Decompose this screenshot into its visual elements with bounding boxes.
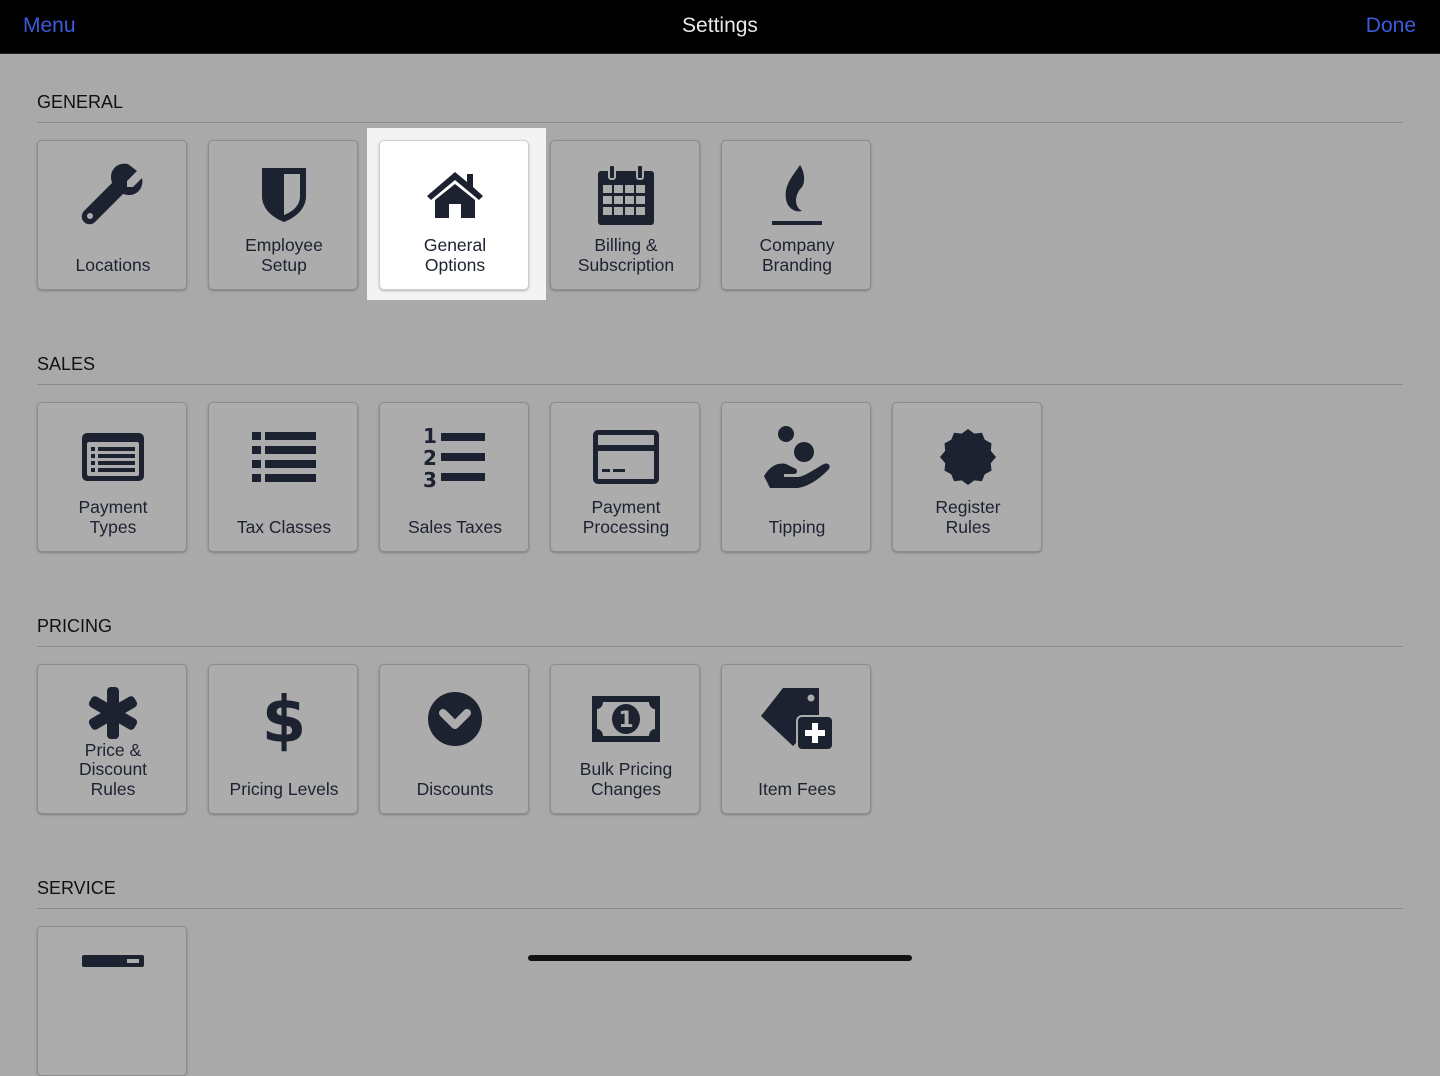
home-indicator[interactable] [528, 955, 912, 961]
section-header-sales: SALES [37, 354, 1403, 385]
tile-company-branding[interactable]: Company Branding [721, 140, 871, 290]
list-card-icon [38, 419, 188, 495]
tile-pricing-levels[interactable]: $ Pricing Levels [208, 664, 358, 814]
tile-general-options[interactable]: General Options [379, 140, 529, 290]
section-header-general: GENERAL [37, 92, 1403, 123]
page-title: Settings [682, 14, 758, 37]
svg-text:$: $ [264, 686, 304, 752]
home-icon [380, 157, 530, 233]
tile-tax-classes[interactable]: Tax Classes [208, 402, 358, 552]
chevron-circle-icon [380, 681, 530, 757]
bar-icon [38, 941, 188, 981]
section-header-pricing: PRICING [37, 616, 1403, 647]
tile-label: General Options [423, 235, 487, 275]
tile-label: Employee Setup [245, 235, 323, 275]
tile-label: Register Rules [935, 497, 1001, 537]
tile-label: Billing & Subscription [577, 235, 675, 275]
tile-billing-subscription[interactable]: Billing & Subscription [550, 140, 700, 290]
hand-coins-icon [722, 419, 872, 495]
list-icon [209, 419, 359, 495]
done-button[interactable]: Done [1366, 14, 1416, 38]
dollar-icon: $ [209, 681, 359, 757]
tile-employee-setup[interactable]: Employee Setup [208, 140, 358, 290]
tile-label: Payment Processing [582, 497, 670, 537]
tile-label: Company Branding [759, 235, 835, 275]
tag-plus-icon [722, 681, 872, 757]
tile-service-first[interactable] [37, 926, 187, 1076]
svg-text:1: 1 [423, 425, 437, 448]
tile-tipping[interactable]: Tipping [721, 402, 871, 552]
tile-payment-types[interactable]: Payment Types [37, 402, 187, 552]
svg-text:1: 1 [618, 708, 633, 733]
tile-label: Bulk Pricing Changes [579, 759, 673, 799]
tile-label: Item Fees [758, 778, 836, 799]
credit-card-icon [551, 419, 701, 495]
tile-label: Discounts [416, 778, 494, 799]
tile-label: Tipping [768, 516, 826, 537]
banknote-icon: 1 [551, 681, 701, 757]
tile-register-rules[interactable]: Register Rules [892, 402, 1042, 552]
tile-item-fees[interactable]: Item Fees [721, 664, 871, 814]
flame-icon [722, 157, 872, 233]
tile-label: Tax Classes [236, 516, 332, 537]
navigation-bar: Menu Settings Done [0, 0, 1440, 54]
svg-text:2: 2 [423, 446, 437, 470]
section-header-service: SERVICE [37, 878, 1403, 909]
calendar-icon [551, 157, 701, 233]
tile-label: Price & Discount Rules [78, 739, 148, 799]
tile-discounts[interactable]: Discounts [379, 664, 529, 814]
numbered-list-icon: 1 2 3 [380, 419, 530, 495]
tile-price-discount-rules[interactable]: Price & Discount Rules [37, 664, 187, 814]
tile-label: Sales Taxes [407, 516, 503, 537]
tile-payment-processing[interactable]: Payment Processing [550, 402, 700, 552]
badge-icon [893, 419, 1043, 495]
wrench-icon [38, 157, 188, 233]
tile-label: Payment Types [78, 497, 148, 537]
svg-text:3: 3 [423, 468, 437, 489]
tile-label: Pricing Levels [229, 778, 339, 799]
tile-bulk-pricing-changes[interactable]: 1 Bulk Pricing Changes [550, 664, 700, 814]
shield-icon [209, 157, 359, 233]
tile-label: Locations [75, 254, 151, 275]
tile-locations[interactable]: Locations [37, 140, 187, 290]
tile-sales-taxes[interactable]: 1 2 3 Sales Taxes [379, 402, 529, 552]
